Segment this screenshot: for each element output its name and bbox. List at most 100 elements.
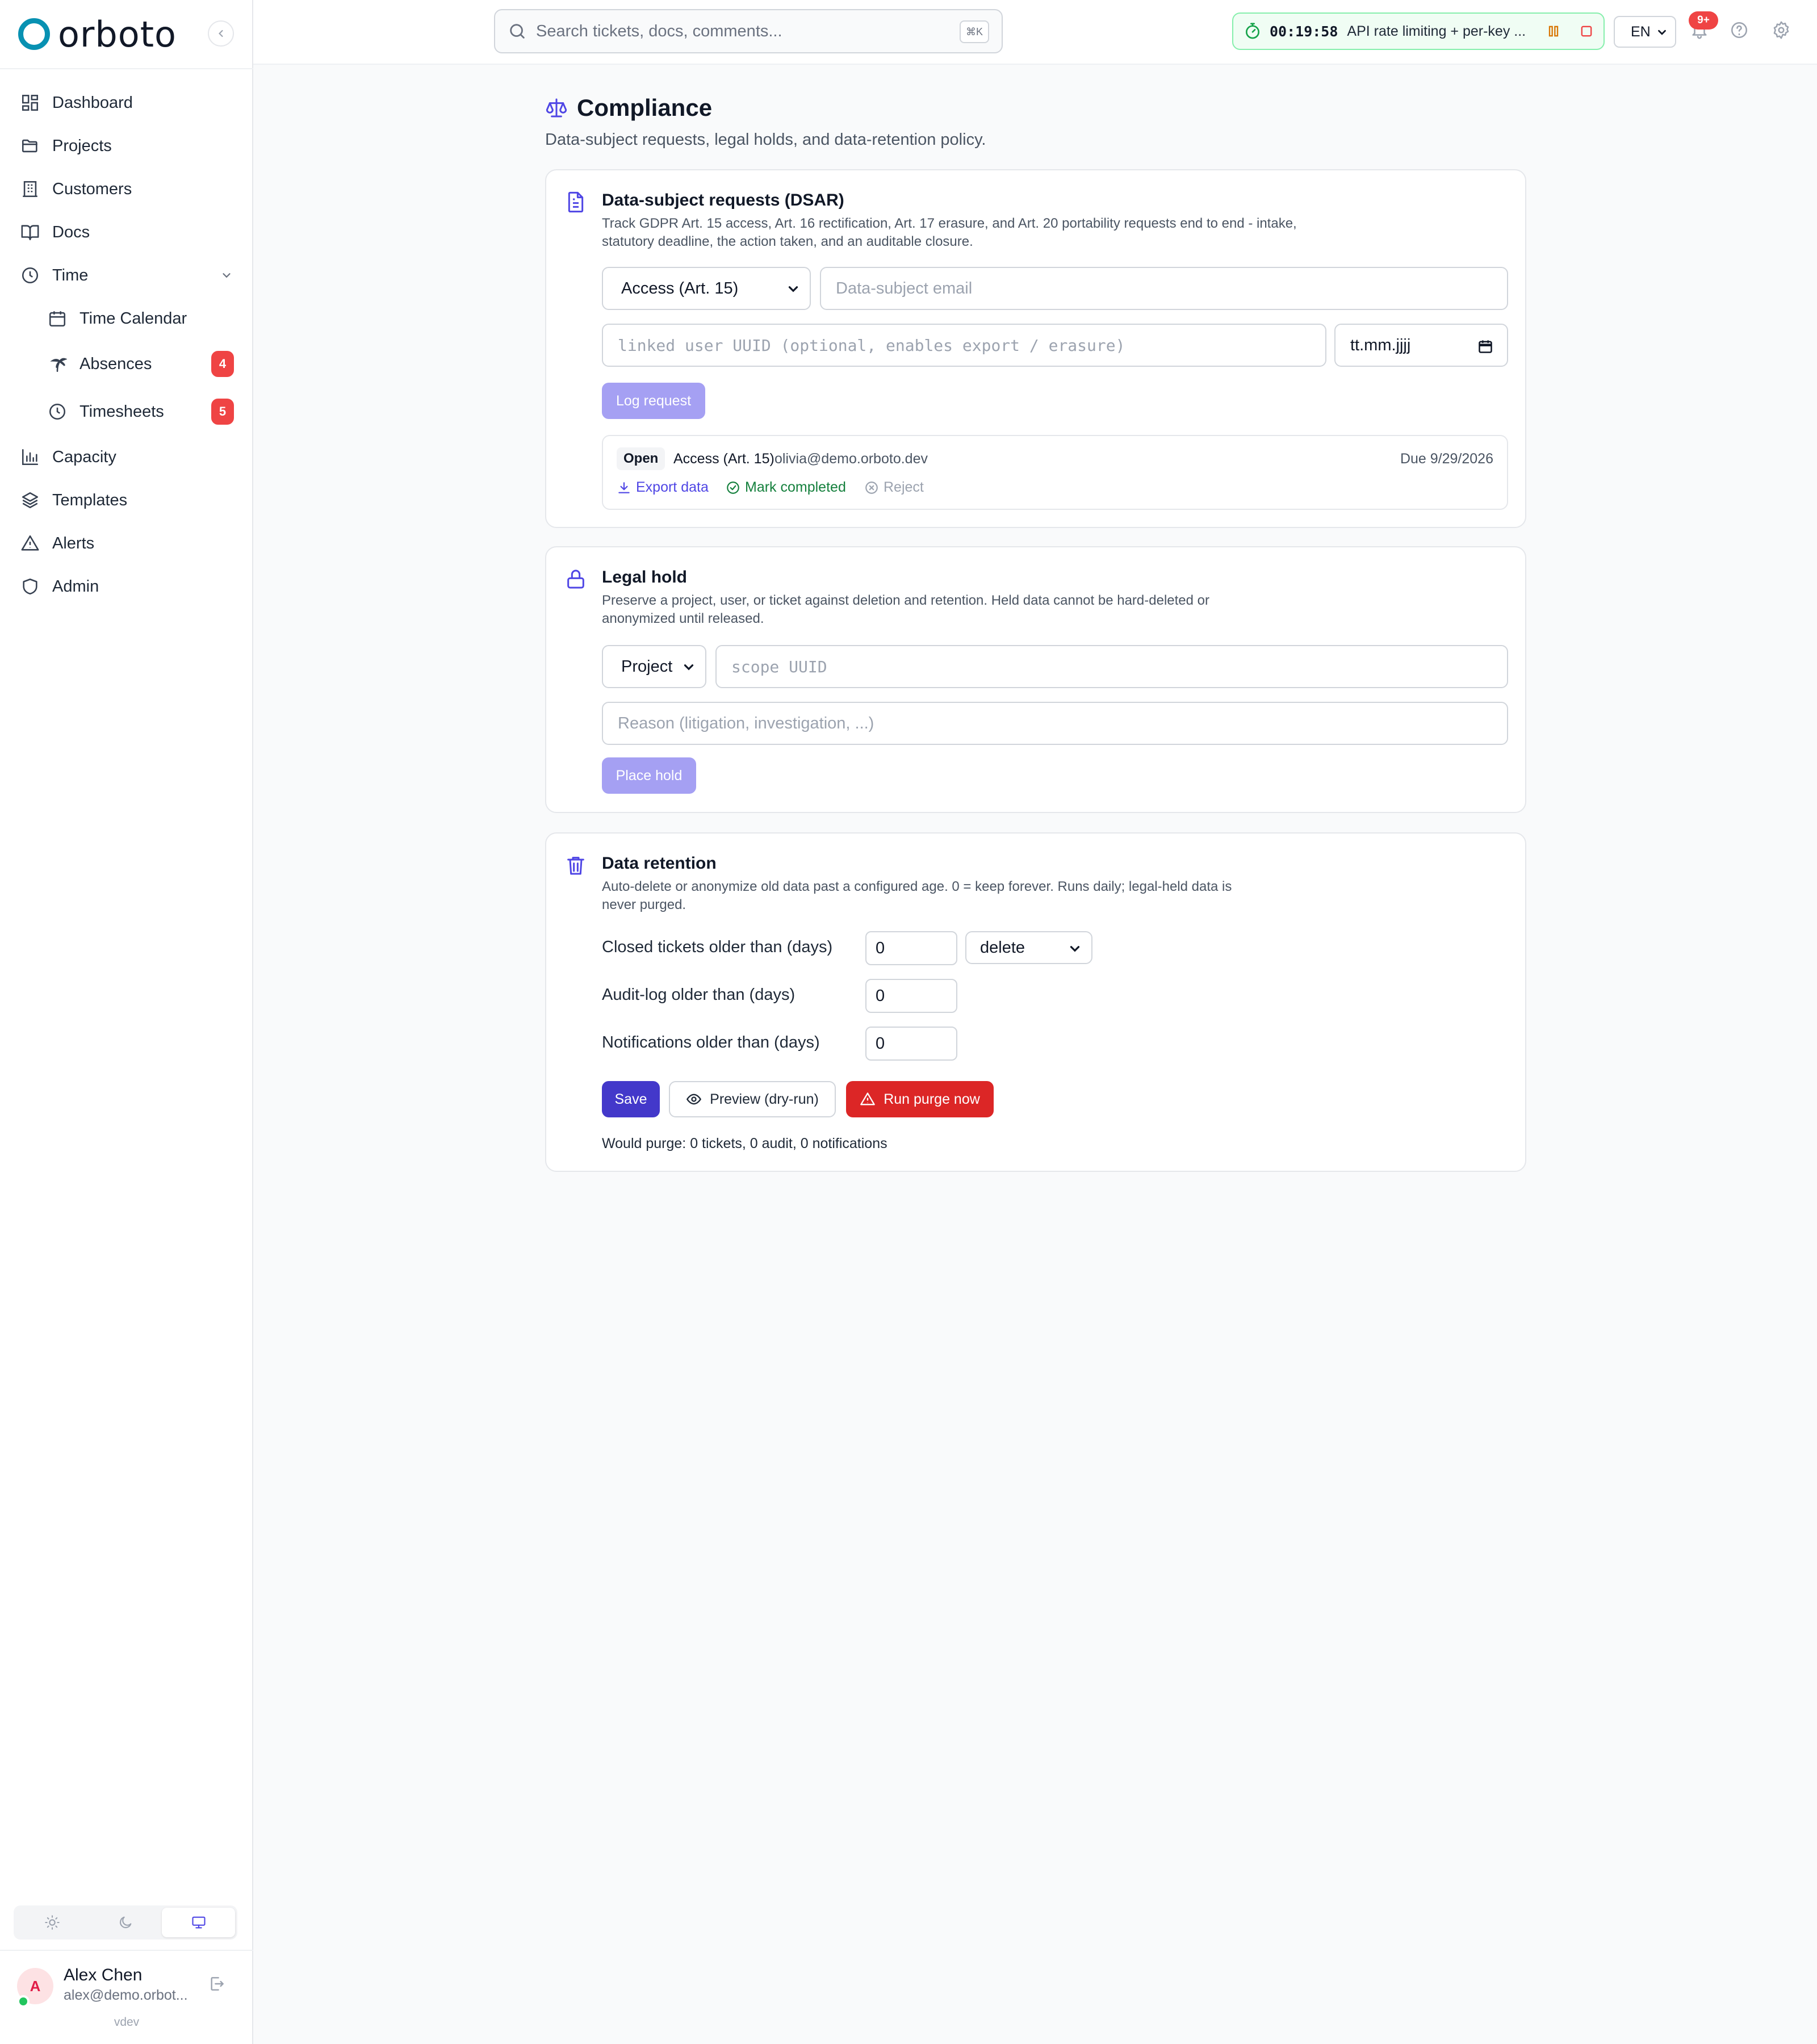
retention-tickets-days-input[interactable]: 0 [865,931,957,965]
export-data-label: Export data [636,479,709,495]
sidebar-item-time[interactable]: Time [20,259,233,292]
dsar-request-row: Open Access (Art. 15) olivia@demo.orboto… [602,435,1508,510]
page-title: Compliance [577,94,713,121]
sidebar-item-label: Docs [52,223,90,241]
mark-completed-label: Mark completed [745,479,846,495]
dsar-title: Data-subject requests (DSAR) [602,191,844,210]
dsar-email-field[interactable]: Data-subject email [820,267,1508,310]
sidebar-item-docs[interactable]: Docs [20,216,90,249]
scale-icon [546,98,567,118]
help-button[interactable] [1730,20,1749,40]
run-purge-label: Run purge now [884,1091,980,1107]
save-button[interactable]: Save [602,1081,660,1117]
sidebar-item-label: Time [52,266,89,284]
hold-scope-uuid-field[interactable]: scope UUID [715,645,1508,688]
pause-timer-button[interactable] [1546,23,1561,39]
reject-button[interactable]: Reject [864,479,924,496]
language-select[interactable]: EN [1614,16,1676,48]
dsar-date-field[interactable]: tt.mm.jjjj [1334,324,1508,367]
sidebar-item-dashboard[interactable]: Dashboard [20,86,133,119]
timer-elapsed: 00:19:58 [1270,23,1338,40]
running-timer[interactable]: 00:19:58 API rate limiting + per-key ... [1232,12,1605,50]
sidebar-item-customers[interactable]: Customers [20,173,132,206]
building-icon [23,181,37,198]
dsar-date-placeholder: tt.mm.jjjj [1350,336,1411,354]
sidebar-item-projects[interactable]: Projects [20,129,112,162]
run-purge-button[interactable]: Run purge now [846,1081,994,1117]
dsar-user-uuid-field[interactable]: linked user UUID (optional, enables expo… [602,324,1326,367]
main-content: Compliance Data-subject requests, legal … [545,93,1526,1172]
retention-tickets-mode-select[interactable]: delete [965,931,1092,964]
place-hold-button[interactable]: Place hold [602,757,696,794]
sidebar: orboto Dashboard Projects Customers Docs… [0,0,253,2044]
collapse-sidebar-button[interactable] [208,20,234,47]
chevron-down-icon [223,273,231,278]
sidebar-item-label: Alerts [52,534,95,552]
search-icon [510,24,525,39]
mark-completed-button[interactable]: Mark completed [726,479,846,496]
sidebar-item-label: Templates [52,491,128,509]
folder-icon [22,139,37,153]
sidebar-item-label: Projects [52,136,112,155]
request-email: olivia@demo.orboto.dev [774,451,928,467]
chevron-left-icon [219,30,223,37]
logout-button[interactable] [208,1975,226,1993]
chevron-down-icon [684,664,694,671]
preview-dry-run-button[interactable]: Preview (dry-run) [669,1081,836,1117]
monitor-icon [192,1916,206,1929]
sidebar-item-time-calendar[interactable]: Time Calendar [48,302,187,335]
divider [0,68,253,69]
dsar-type-select[interactable]: Access (Art. 15) [602,267,811,310]
dsar-type-value: Access (Art. 15) [621,279,739,298]
sun-icon [45,1915,60,1930]
sidebar-item-alerts[interactable]: Alerts [20,527,94,560]
dsar-email-placeholder: Data-subject email [836,279,973,298]
divider [0,1950,253,1951]
bar-chart-icon [22,449,39,466]
theme-light-button[interactable] [16,1908,89,1937]
hold-scope-value: Project [621,657,673,676]
sidebar-item-label: Capacity [52,447,116,466]
retention-notifications-days-input[interactable]: 0 [865,1027,957,1061]
sidebar-item-admin[interactable]: Admin [20,570,99,603]
lock-icon [567,569,584,589]
log-request-button[interactable]: Log request [602,383,705,419]
sidebar-item-timesheets[interactable]: Timesheets 5 [48,395,234,428]
chevron-down-icon [788,286,798,292]
stopwatch-icon [1246,23,1259,39]
sidebar-item-capacity[interactable]: Capacity [20,441,116,474]
hold-reason-placeholder: Reason (litigation, investigation, ...) [618,714,874,732]
user-email: alex@demo.orbot... [64,1987,188,2003]
retention-label-audit: Audit-log older than (days) [602,986,796,1004]
request-type: Access (Art. 15) [673,451,774,467]
stop-timer-button[interactable] [1579,23,1594,39]
absences-count-badge: 4 [211,351,234,377]
palm-tree-icon [50,358,67,372]
gear-icon [1773,21,1789,39]
sidebar-item-label: Timesheets [79,402,164,421]
hold-reason-field[interactable]: Reason (litigation, investigation, ...) [602,702,1508,745]
theme-system-button[interactable] [162,1908,236,1937]
stop-icon [1581,26,1592,37]
brand-logo[interactable]: orboto [18,14,177,55]
sidebar-item-label: Time Calendar [79,309,187,328]
settings-button[interactable] [1772,20,1791,40]
theme-dark-button[interactable] [89,1908,162,1937]
dashboard-icon [22,94,39,111]
shield-icon [23,578,37,595]
chevron-down-icon [1070,946,1080,952]
search-input[interactable]: Search tickets, docs, comments... ⌘K [494,9,1003,53]
sidebar-item-absences[interactable]: Absences 4 [48,347,234,380]
hold-uuid-placeholder: scope UUID [731,657,827,676]
reject-label: Reject [884,479,924,495]
legal-hold-description: Preserve a project, user, or ticket agai… [602,593,1209,626]
x-circle-icon [865,481,878,494]
sidebar-item-templates[interactable]: Templates [20,484,127,517]
sidebar-item-label: Dashboard [52,93,133,112]
retention-audit-days-input[interactable]: 0 [865,979,957,1013]
dsar-card: Data-subject requests (DSAR) Track GDPR … [545,169,1526,528]
chevron-down-icon [1658,30,1666,35]
export-data-button[interactable]: Export data [617,479,709,496]
layers-icon [22,492,39,509]
hold-scope-select[interactable]: Project [602,645,706,688]
